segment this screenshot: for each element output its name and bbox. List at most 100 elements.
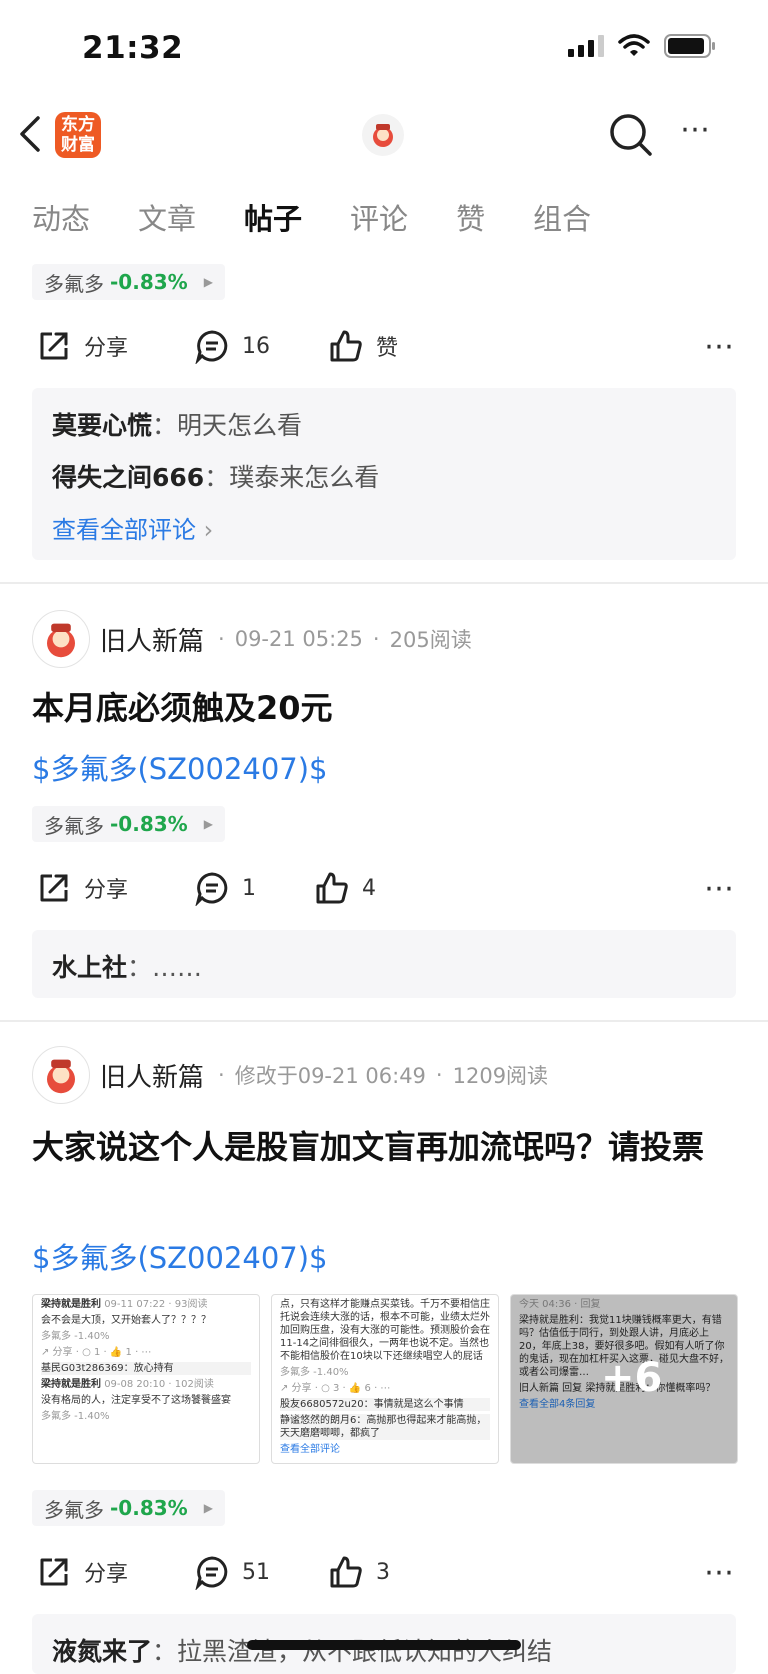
thumb-text: 会不会是大顶，又开始套人了？？？？ — [41, 1315, 211, 1326]
share-button[interactable]: 分享 — [36, 1554, 194, 1590]
signal-icon — [568, 35, 604, 57]
post-actions: 分享 51 3 ⋯ — [36, 1554, 736, 1590]
author-name[interactable]: 旧人新篇 — [100, 621, 204, 658]
post-image-thumbnail[interactable]: 梁持就是胜利 09-11 07:22 · 93阅读 会不会是大顶，又开始套人了？… — [32, 1294, 260, 1464]
view-all-label: 查看全部评论 — [52, 516, 196, 544]
caishen-avatar-icon — [47, 1059, 75, 1094]
dot-separator: · — [218, 627, 225, 651]
share-icon — [40, 332, 68, 360]
author-avatar[interactable] — [32, 1046, 90, 1104]
thumb-user: 梁持就是胜利 — [41, 1379, 101, 1390]
tab-pinglun[interactable]: 评论 — [350, 196, 408, 238]
post-title[interactable]: 大家说这个人是股盲加文盲再加流氓吗？请投票 — [32, 1122, 732, 1172]
profile-avatar[interactable] — [362, 114, 404, 156]
post-more-icon[interactable]: ⋯ — [704, 329, 736, 364]
author-avatar[interactable] — [32, 610, 90, 668]
share-icon — [40, 1558, 68, 1586]
comment-item: 得失之间666：璞泰来怎么看 — [52, 463, 380, 492]
thumb-actions: ↗ 分享 · ○ 3 · 👍 6 · ⋯ — [280, 1383, 391, 1394]
tab-wenzhang[interactable]: 文章 — [138, 196, 196, 238]
chevron-right-icon: ▶ — [203, 275, 213, 289]
share-button[interactable]: 分享 — [36, 328, 194, 364]
thumb-comment: 股友6680572u20：事情就是这么个事情 — [280, 1398, 490, 1411]
post-actions: 分享 16 赞 ⋯ — [36, 328, 736, 364]
post-divider — [0, 1020, 768, 1022]
share-icon — [40, 874, 68, 902]
comment-icon — [195, 1556, 228, 1590]
wifi-icon — [618, 34, 650, 56]
comment-button[interactable]: 16 — [194, 328, 328, 364]
chevron-right-icon: ▶ — [203, 1501, 213, 1515]
comment-preview-box[interactable]: 莫要心慌：明天怎么看 得失之间666：璞泰来怎么看 查看全部评论 › — [32, 388, 736, 560]
post-time: 09-21 05:25 — [234, 627, 363, 651]
search-icon[interactable] — [608, 112, 654, 158]
stock-name: 多氟多 — [44, 1497, 104, 1522]
share-button[interactable]: 分享 — [36, 870, 194, 906]
dot-separator: · — [372, 627, 380, 651]
post-image-thumbnail[interactable]: 点，只有这样才能赚点买菜钱。千万不要相信庄托说会连续大涨的话，根本不可能，业绩太… — [271, 1294, 499, 1464]
back-icon[interactable] — [16, 114, 44, 154]
comment-preview-box[interactable]: 水上社：…… — [32, 930, 736, 998]
view-all-comments-link[interactable]: 查看全部评论 › — [52, 510, 213, 545]
caishen-avatar-icon — [373, 124, 393, 147]
comment-user[interactable]: 得失之间666 — [52, 463, 204, 492]
stock-change: -0.83% — [110, 812, 188, 836]
tab-dongtai[interactable]: 动态 — [32, 196, 90, 238]
thumb-actions: ↗ 分享 · ○ 1 · 👍 1 · ⋯ — [41, 1347, 152, 1358]
post-image-thumbnail-more[interactable]: 今天 04:36 · 回复 梁持就是胜利：我觉11块赚钱概率更大，有错吗？估值低… — [510, 1294, 738, 1464]
comment-user[interactable]: 水上社 — [52, 953, 127, 982]
status-icons — [568, 34, 716, 58]
thumb-view-all: 查看全部评论 — [280, 1444, 340, 1455]
comment-item: 水上社：…… — [52, 953, 203, 982]
post-divider — [0, 582, 768, 584]
like-button[interactable]: 赞 — [328, 328, 398, 364]
stock-name: 多氟多 — [44, 813, 104, 838]
app-logo[interactable]: 东方 财富 — [55, 112, 101, 158]
thumb-stock: 多氟多 -1.40% — [41, 1411, 110, 1422]
like-button[interactable]: 4 — [314, 870, 376, 906]
comment-text: …… — [152, 953, 203, 982]
thumb-comment: 基民G03t286369：放心持有 — [41, 1362, 251, 1375]
thumb-comment: 静谧悠然的朗月6：高抛那也得起来才能高抛，天天磨磨唧唧，都疯了 — [280, 1414, 490, 1440]
more-images-count: +6 — [601, 1355, 663, 1401]
logo-line2: 财富 — [61, 135, 95, 155]
thumbs-up-icon — [316, 872, 348, 904]
stock-tag-link[interactable]: $多氟多(SZ002407)$ — [32, 746, 328, 788]
tab-tiezi-label: 帖子 — [244, 202, 303, 236]
stock-pill[interactable]: 多氟多 -0.83% ▶ — [32, 806, 225, 842]
stock-change: -0.83% — [110, 1496, 188, 1520]
author-name[interactable]: 旧人新篇 — [100, 1057, 204, 1094]
comment-count: 51 — [242, 1559, 270, 1585]
post-author-row: 旧人新篇 · 修改于09-21 06:49 · 1209阅读 — [32, 1046, 548, 1104]
status-time: 21:32 — [82, 30, 184, 66]
comment-user[interactable]: 液氮来了 — [52, 1637, 152, 1666]
dot-separator: · — [218, 1063, 225, 1087]
comment-button[interactable]: 1 — [194, 870, 314, 906]
stock-pill[interactable]: 多氟多 -0.83% ▶ — [32, 1490, 225, 1526]
post-title[interactable]: 本月底必须触及20元 — [32, 683, 333, 733]
more-menu-icon[interactable]: ⋯ — [680, 112, 712, 147]
post-time: 修改于09-21 06:49 — [234, 1064, 426, 1088]
tab-zuhe[interactable]: 组合 — [533, 196, 591, 238]
like-count: 3 — [376, 1559, 390, 1585]
post-reads: 1209阅读 — [452, 1064, 549, 1088]
thumb-stock: 多氟多 -1.40% — [41, 1331, 110, 1342]
caishen-avatar-icon — [47, 623, 75, 658]
stock-change: -0.83% — [110, 270, 188, 294]
stock-tag-link[interactable]: $多氟多(SZ002407)$ — [32, 1235, 328, 1277]
tab-tiezi[interactable]: 帖子 — [244, 196, 302, 238]
tab-zan[interactable]: 赞 — [456, 196, 485, 238]
comment-user[interactable]: 莫要心慌 — [52, 411, 152, 440]
post-more-icon[interactable]: ⋯ — [704, 871, 736, 906]
post-more-icon[interactable]: ⋯ — [704, 1555, 736, 1590]
comment-button[interactable]: 51 — [194, 1554, 328, 1590]
like-button[interactable]: 3 — [328, 1554, 390, 1590]
post-author-row: 旧人新篇 · 09-21 05:25 · 205阅读 — [32, 610, 472, 668]
thumb-time: 今天 04:36 · 回复 — [519, 1299, 601, 1310]
thumb-stock: 多氟多 -1.40% — [280, 1367, 349, 1378]
stock-pill[interactable]: 多氟多 -0.83% ▶ — [32, 264, 225, 300]
comment-icon — [195, 872, 228, 906]
comment-count: 16 — [242, 333, 270, 359]
share-label: 分享 — [84, 336, 129, 361]
logo-line1: 东方 — [61, 115, 95, 135]
